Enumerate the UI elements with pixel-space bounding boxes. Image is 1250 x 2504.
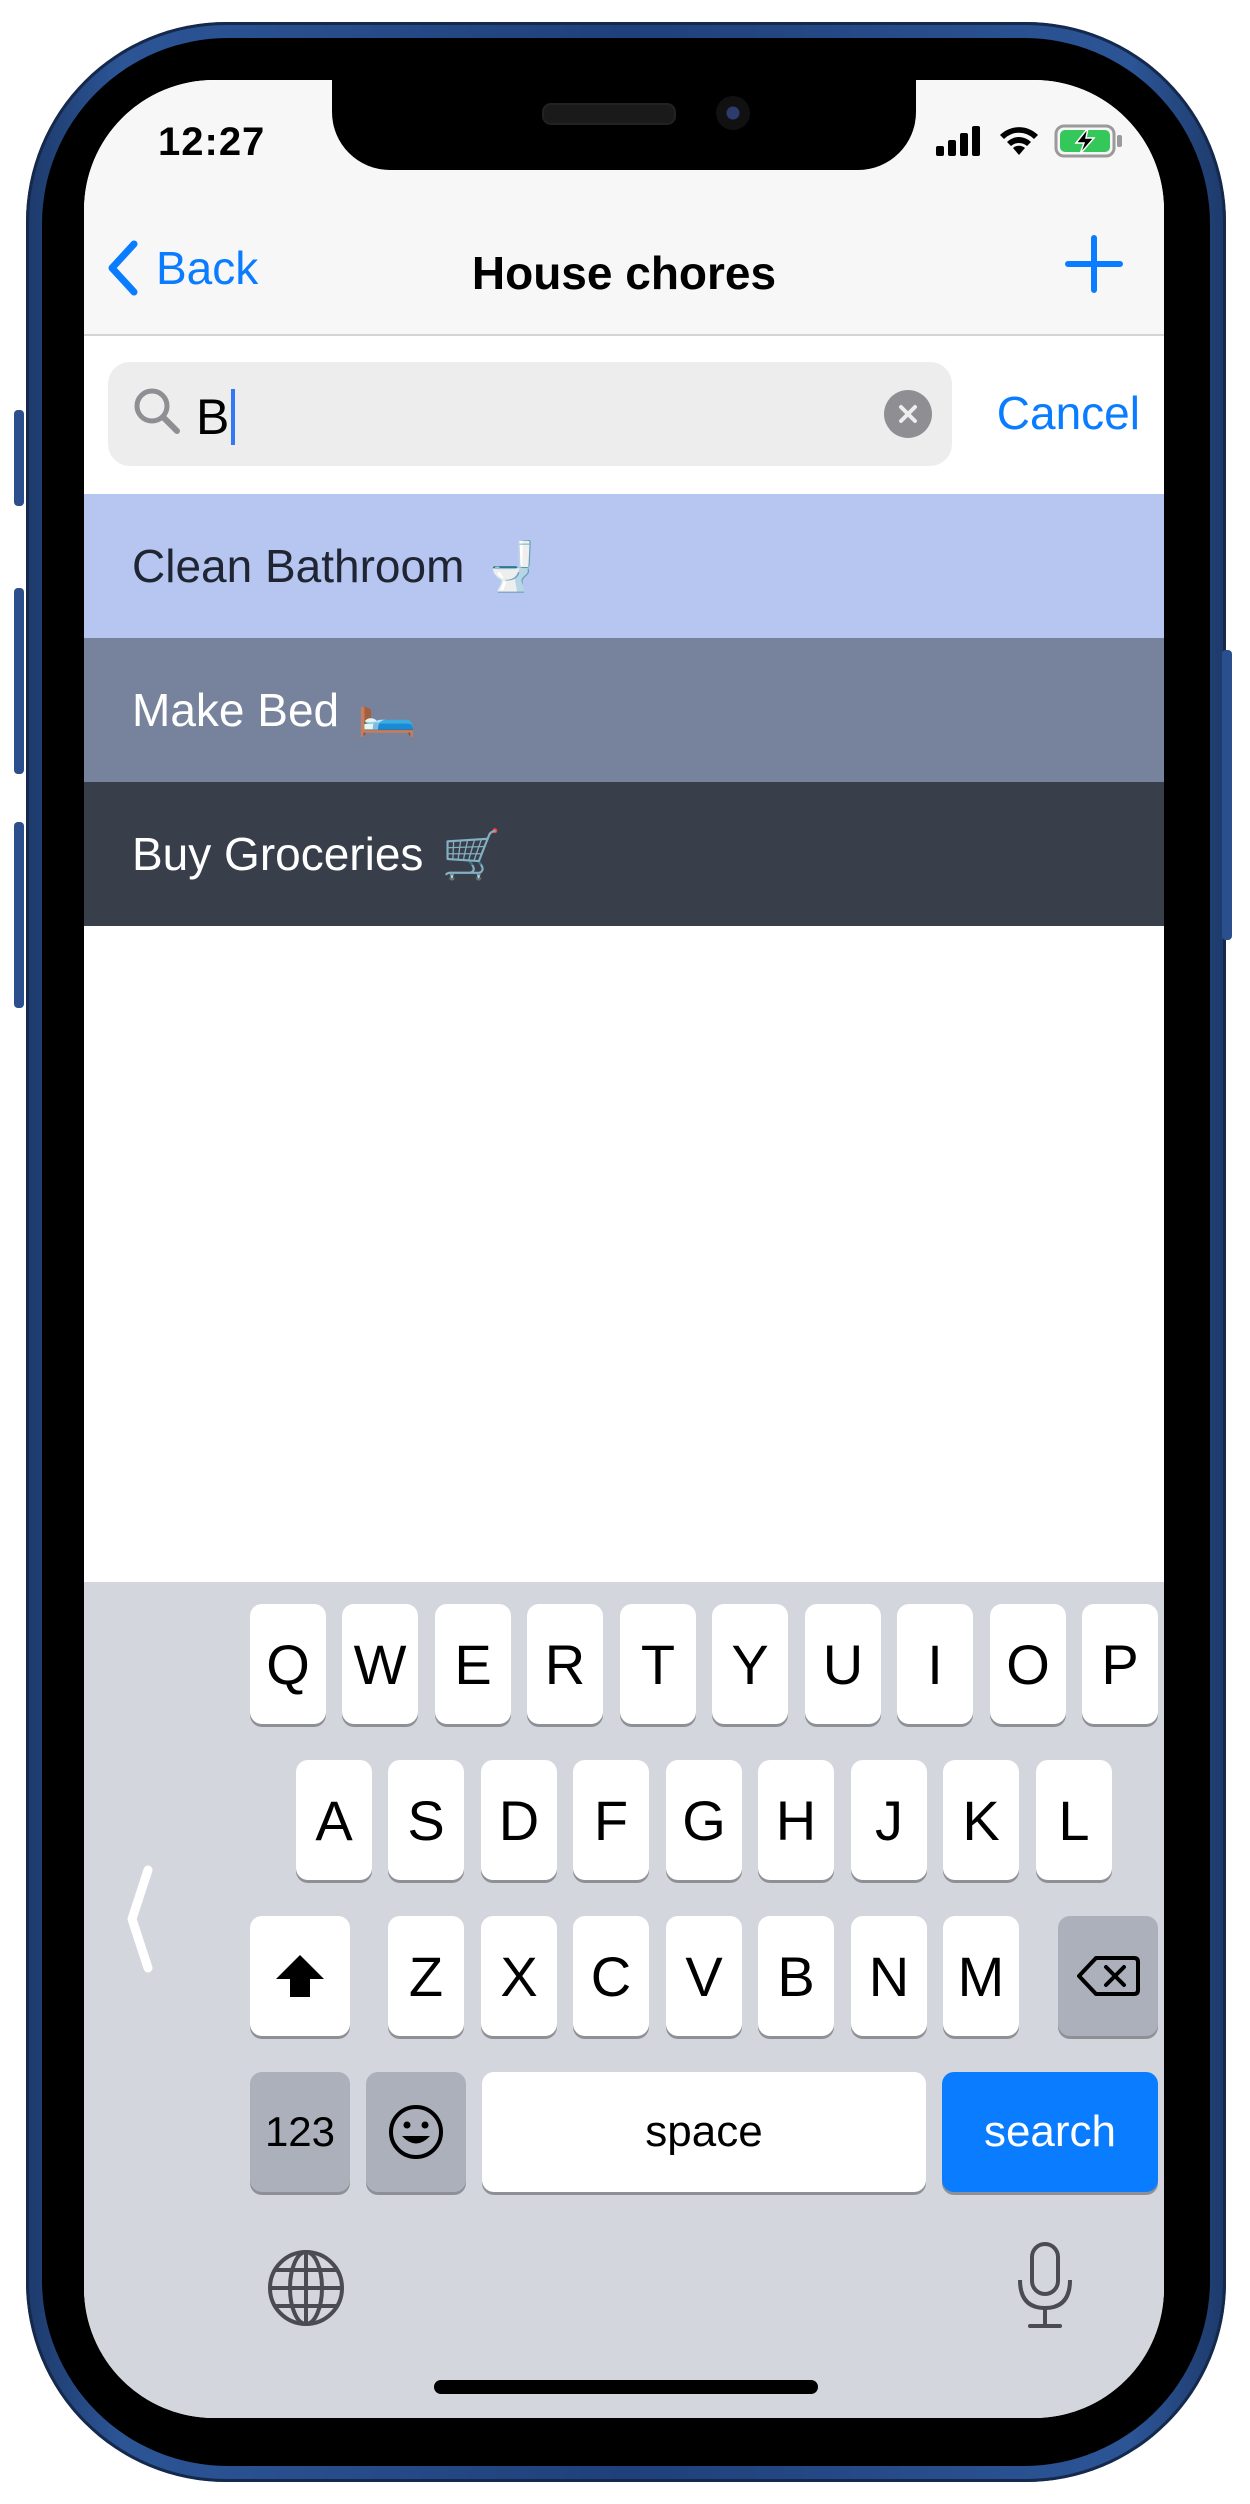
- key-n[interactable]: N: [851, 1916, 927, 2036]
- search-query: B: [196, 388, 236, 446]
- key-f[interactable]: F: [573, 1760, 649, 1880]
- delete-key[interactable]: [1058, 1916, 1158, 2036]
- volume-up-button: [14, 588, 24, 774]
- key-x[interactable]: X: [481, 1916, 557, 2036]
- key-t[interactable]: T: [620, 1604, 696, 1724]
- close-icon: [899, 405, 917, 423]
- key-j[interactable]: J: [851, 1760, 927, 1880]
- front-camera: [716, 96, 750, 130]
- backspace-icon: [1077, 1956, 1140, 1996]
- list-item-label: Make Bed: [132, 684, 340, 736]
- key-m[interactable]: M: [943, 1916, 1019, 2036]
- list-item-clean-bathroom[interactable]: Clean Bathroom 🚽: [84, 494, 1164, 638]
- key-d[interactable]: D: [481, 1760, 557, 1880]
- speaker-grille: [542, 103, 676, 125]
- phone-screen: 12:27 Back House chores B Cancel Clean B…: [84, 80, 1164, 2418]
- toilet-icon: 🚽: [482, 538, 543, 595]
- key-q[interactable]: Q: [250, 1604, 326, 1724]
- status-time: 12:27: [158, 120, 266, 164]
- emoji-icon: [389, 2105, 443, 2159]
- shopping-cart-icon: 🛒: [441, 826, 502, 883]
- mute-switch: [14, 410, 24, 506]
- key-c[interactable]: C: [573, 1916, 649, 2036]
- key-l[interactable]: L: [1036, 1760, 1112, 1880]
- key-s[interactable]: S: [388, 1760, 464, 1880]
- key-e[interactable]: E: [435, 1604, 511, 1724]
- chevron-left-icon[interactable]: [124, 1864, 154, 1974]
- search-query-text: B: [196, 389, 230, 445]
- key-w[interactable]: W: [342, 1604, 418, 1724]
- key-z[interactable]: Z: [388, 1916, 464, 2036]
- bed-icon: 🛏️: [357, 682, 417, 739]
- shift-icon: [276, 1955, 324, 1997]
- status-icons: [936, 124, 1124, 158]
- key-v[interactable]: V: [666, 1916, 742, 2036]
- list-item-label: Clean Bathroom: [132, 540, 465, 592]
- signal-bars-icon: [936, 126, 980, 156]
- search-icon: [134, 388, 180, 434]
- key-y[interactable]: Y: [712, 1604, 788, 1724]
- key-r[interactable]: R: [527, 1604, 603, 1724]
- key-g[interactable]: G: [666, 1760, 742, 1880]
- shift-key[interactable]: [250, 1916, 350, 2036]
- cancel-button[interactable]: Cancel: [997, 386, 1140, 440]
- numbers-key[interactable]: 123: [250, 2072, 350, 2192]
- key-b[interactable]: B: [758, 1916, 834, 2036]
- emoji-key[interactable]: [366, 2072, 466, 2192]
- key-h[interactable]: H: [758, 1760, 834, 1880]
- globe-icon[interactable]: [266, 2248, 346, 2328]
- space-key[interactable]: space: [482, 2072, 926, 2192]
- clear-search-button[interactable]: [884, 390, 932, 438]
- search-key[interactable]: search: [942, 2072, 1158, 2192]
- page-title: House chores: [471, 247, 777, 299]
- list-item-label: Buy Groceries: [132, 828, 424, 880]
- microphone-icon[interactable]: [1010, 2240, 1080, 2332]
- home-indicator[interactable]: [434, 2380, 818, 2394]
- keyboard: Q W E R T Y U I O P A S D F G H J K L Z …: [84, 1582, 1164, 2418]
- battery-charging-icon: [1054, 124, 1122, 158]
- notch: [332, 80, 916, 170]
- key-o[interactable]: O: [990, 1604, 1066, 1724]
- key-a[interactable]: A: [296, 1760, 372, 1880]
- search-bar: B Cancel: [84, 336, 1164, 476]
- list-item-make-bed[interactable]: Make Bed 🛏️: [84, 638, 1164, 782]
- volume-down-button: [14, 822, 24, 1008]
- search-input[interactable]: B: [108, 362, 952, 466]
- text-caret: [231, 389, 236, 445]
- key-p[interactable]: P: [1082, 1604, 1158, 1724]
- plus-icon[interactable]: [1064, 234, 1124, 294]
- key-u[interactable]: U: [805, 1604, 881, 1724]
- navigation-bar: Back House chores: [84, 210, 1164, 336]
- power-button: [1222, 650, 1232, 940]
- list-item-buy-groceries[interactable]: Buy Groceries 🛒: [84, 782, 1164, 926]
- key-i[interactable]: I: [897, 1604, 973, 1724]
- key-k[interactable]: K: [943, 1760, 1019, 1880]
- wifi-icon: [1000, 127, 1038, 155]
